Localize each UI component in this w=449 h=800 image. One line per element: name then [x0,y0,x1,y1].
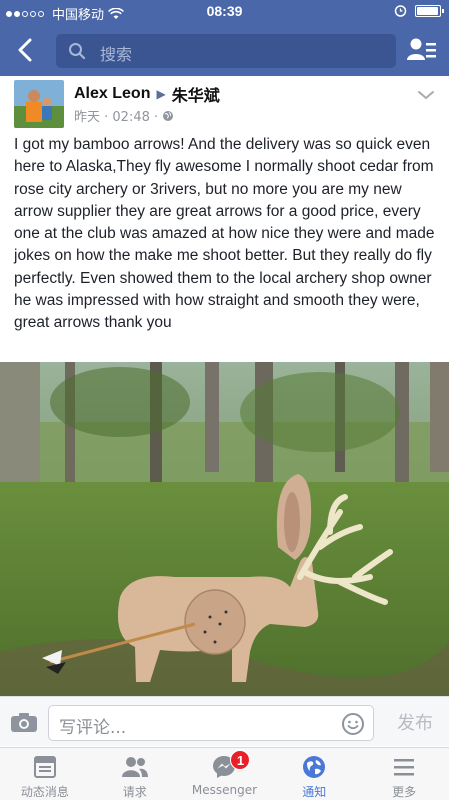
emoji-button[interactable] [341,712,365,741]
tab-bar: 动态消息 请求 1 Messenger 通知 更多 [0,747,449,800]
status-bar: 中国移动 08:39 [0,0,449,24]
people-list-icon [407,38,436,60]
post-photo[interactable] [0,362,449,696]
friends-list-button[interactable] [407,36,437,64]
tab-requests[interactable]: 请求 [90,748,180,800]
notification-badge: 1 [230,750,251,770]
clock: 08:39 [206,3,243,19]
post-text: I got my bamboo arrows! And the delivery… [14,136,435,332]
top-bar: 中国移动 08:39 搜索 [0,0,449,76]
back-button[interactable] [12,36,40,64]
post-header: Alex Leon ▶ 朱华斌 昨天 · 02:48 · [0,76,449,132]
triangle-right-icon: ▶ [156,87,166,101]
battery-icon [415,4,444,17]
search-placeholder: 搜索 [100,45,133,64]
avatar[interactable] [14,80,64,128]
smiley-icon [342,713,364,735]
globe-icon [303,756,326,778]
tab-news-feed[interactable]: 动态消息 [0,748,90,800]
alarm-icon [394,5,407,17]
tab-label: 动态消息 [20,785,69,799]
tab-notifications[interactable]: 通知 [269,748,359,800]
battery-level [417,6,438,15]
news-feed-icon [33,756,56,778]
post-timestamp[interactable]: 昨天 · 02:48 · [74,106,158,125]
globe-privacy-icon [163,110,174,121]
author-name[interactable]: Alex Leon [74,85,150,103]
camera-icon [11,713,37,732]
chevron-down-icon [418,91,434,100]
comment-placeholder: 写评论... [59,718,127,738]
tab-more[interactable]: 更多 [359,748,449,800]
tab-label: 请求 [122,785,147,799]
comment-bar: 写评论... 发布 [0,696,449,746]
camera-button[interactable] [10,711,38,738]
comment-input[interactable]: 写评论... [48,705,374,741]
search-input[interactable]: 搜索 [56,34,396,68]
chevron-left-icon [18,38,32,62]
tab-label: 通知 [302,785,327,799]
tab-label: 更多 [392,785,417,799]
target-name[interactable]: 朱华斌 [172,82,220,106]
post-options-button[interactable] [417,88,435,106]
post-names: Alex Leon ▶ 朱华斌 [74,82,220,106]
post-meta: 昨天 · 02:48 · [74,106,174,125]
friend-requests-icon [121,757,148,777]
tab-label: Messenger [191,783,258,797]
search-icon [69,43,86,60]
tab-messenger[interactable]: 1 Messenger [180,748,270,800]
menu-icon [394,759,415,776]
publish-button[interactable]: 发布 [397,709,433,735]
